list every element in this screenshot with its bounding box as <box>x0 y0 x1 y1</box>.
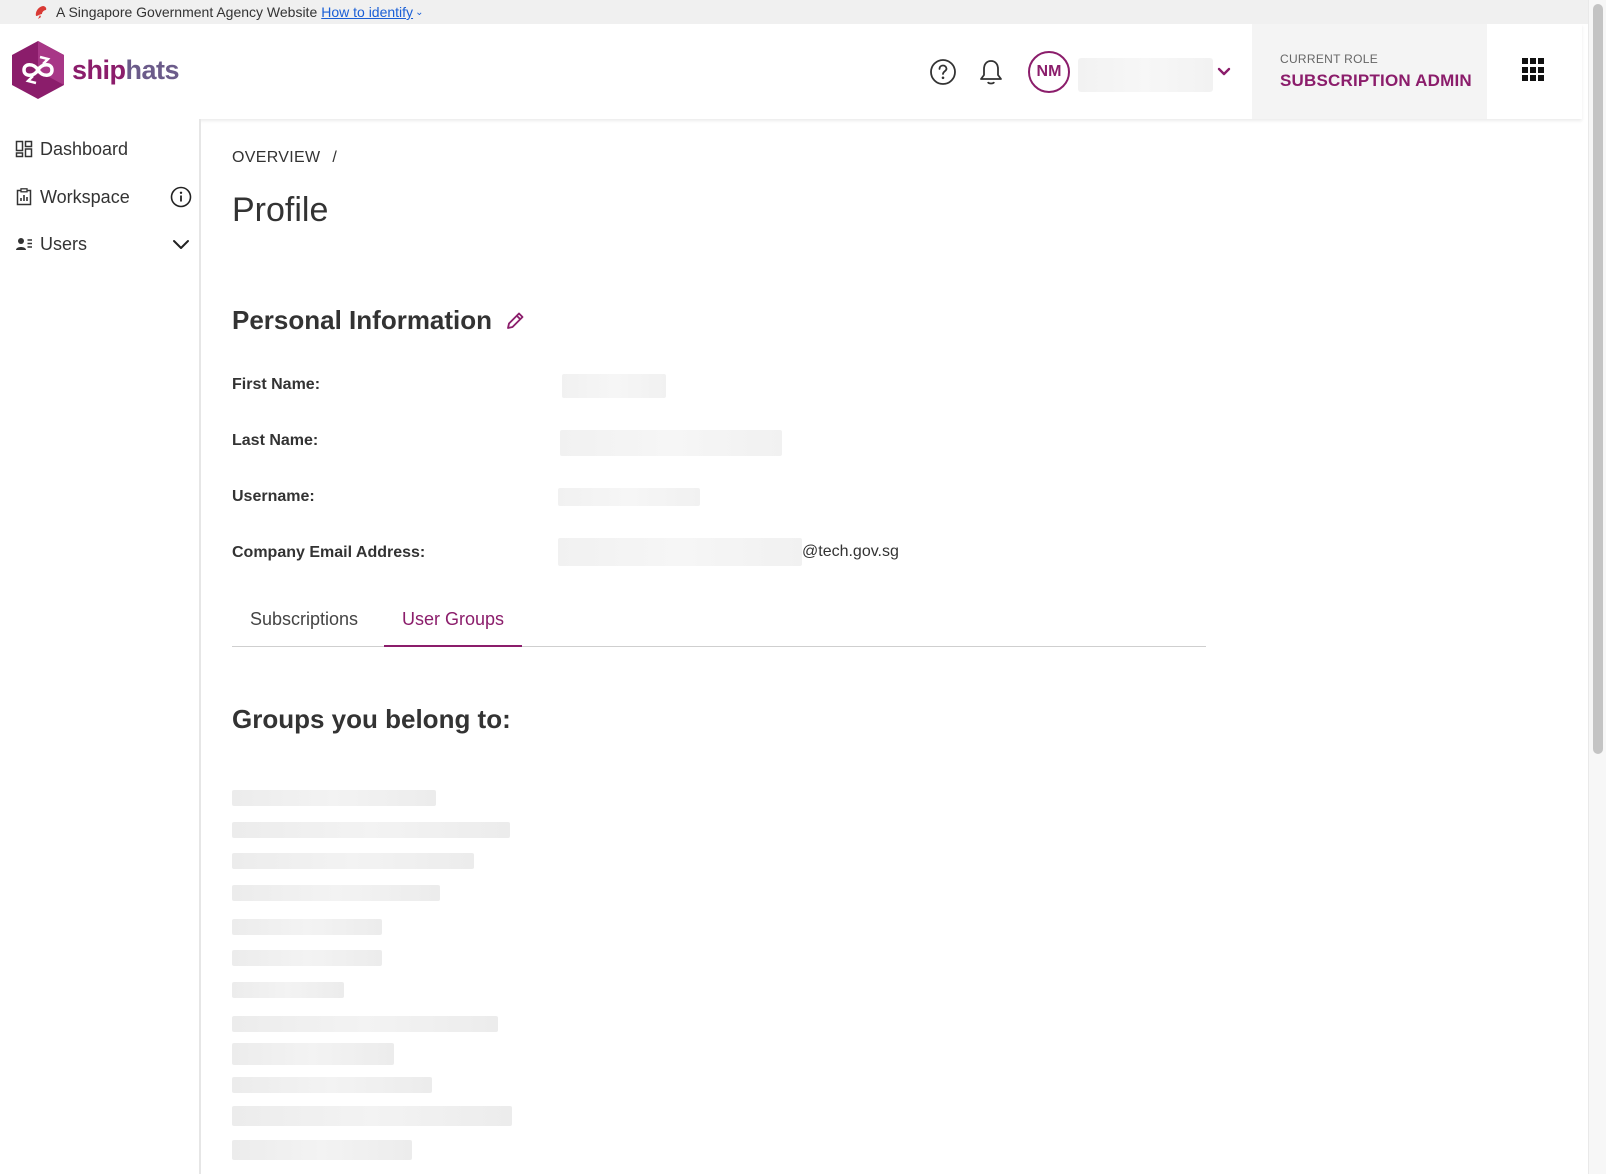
shiphats-logo[interactable]: shiphats <box>10 39 180 101</box>
email-value-redacted <box>558 538 802 566</box>
list-item <box>232 1043 394 1065</box>
gov-banner-text: A Singapore Government Agency Website <box>56 4 318 20</box>
username-value-redacted <box>558 488 700 506</box>
list-item <box>232 950 382 966</box>
list-item <box>232 982 344 998</box>
scrollbar-thumb[interactable] <box>1593 4 1603 754</box>
groups-title: Groups you belong to: <box>232 704 511 734</box>
sidebar-item-workspace[interactable]: Workspace <box>14 182 192 212</box>
list-item <box>232 1106 512 1126</box>
chevron-down-icon[interactable] <box>170 233 192 255</box>
current-role-box: CURRENT ROLE SUBSCRIPTION ADMIN <box>1252 24 1487 119</box>
apps-grid-icon[interactable] <box>1522 58 1546 82</box>
dashboard-icon <box>14 139 34 159</box>
tab-subscriptions[interactable]: Subscriptions <box>232 599 376 647</box>
list-item <box>232 1016 498 1032</box>
list-item <box>232 853 474 869</box>
sidebar-item-label: Users <box>40 233 88 254</box>
first-name-value-redacted <box>562 374 666 398</box>
user-name-redacted <box>1078 58 1213 92</box>
bell-icon[interactable] <box>976 57 1006 87</box>
list-item <box>232 1077 432 1093</box>
users-icon <box>14 234 34 254</box>
list-item <box>232 1140 412 1160</box>
profile-tabs: Subscriptions User Groups <box>232 599 1206 647</box>
personal-info-heading: Personal Information <box>232 305 526 336</box>
list-item <box>232 919 382 935</box>
how-to-identify-link[interactable]: How to identify <box>321 4 413 20</box>
sidebar: Dashboard Workspace Users <box>0 119 201 1174</box>
info-icon[interactable] <box>170 186 192 208</box>
last-name-label: Last Name: <box>232 432 319 449</box>
current-role-label: CURRENT ROLE <box>1280 52 1379 66</box>
sidebar-item-users[interactable]: Users <box>14 229 192 259</box>
personal-info-title: Personal Information <box>232 305 493 335</box>
sidebar-item-label: Workspace <box>40 186 130 207</box>
sidebar-item-dashboard[interactable]: Dashboard <box>14 134 192 164</box>
first-name-label: First Name: <box>232 376 321 393</box>
workspace-icon <box>14 187 34 207</box>
brand-name: shiphats <box>72 54 180 85</box>
sidebar-item-label: Dashboard <box>40 138 129 159</box>
chevron-down-icon[interactable]: ⌄ <box>415 7 423 18</box>
current-role-value: SUBSCRIPTION ADMIN <box>1280 71 1472 90</box>
breadcrumb: OVERVIEW / <box>232 149 337 167</box>
breadcrumb-overview[interactable]: OVERVIEW <box>232 149 320 166</box>
list-item <box>232 885 440 901</box>
chevron-down-icon[interactable] <box>1214 62 1234 82</box>
shiphats-logo-icon <box>12 41 64 99</box>
pencil-icon[interactable] <box>504 310 526 332</box>
lion-icon <box>35 6 47 19</box>
help-icon[interactable] <box>928 57 958 87</box>
avatar[interactable]: NM <box>1028 51 1070 93</box>
username-label: Username: <box>232 488 315 505</box>
page-scrollbar[interactable] <box>1588 0 1606 1174</box>
gov-banner: A Singapore Government Agency Website Ho… <box>0 0 1606 24</box>
tab-user-groups[interactable]: User Groups <box>384 599 523 647</box>
email-domain: @tech.gov.sg <box>802 543 899 560</box>
list-item <box>232 790 436 806</box>
top-header: shiphats NM CURRENT ROLE SUBSCRIPTION AD… <box>0 24 1582 119</box>
last-name-value-redacted <box>560 430 782 456</box>
email-label: Company Email Address: <box>232 544 426 561</box>
page-title: Profile <box>232 191 329 229</box>
breadcrumb-separator: / <box>332 149 338 166</box>
list-item <box>232 822 510 838</box>
